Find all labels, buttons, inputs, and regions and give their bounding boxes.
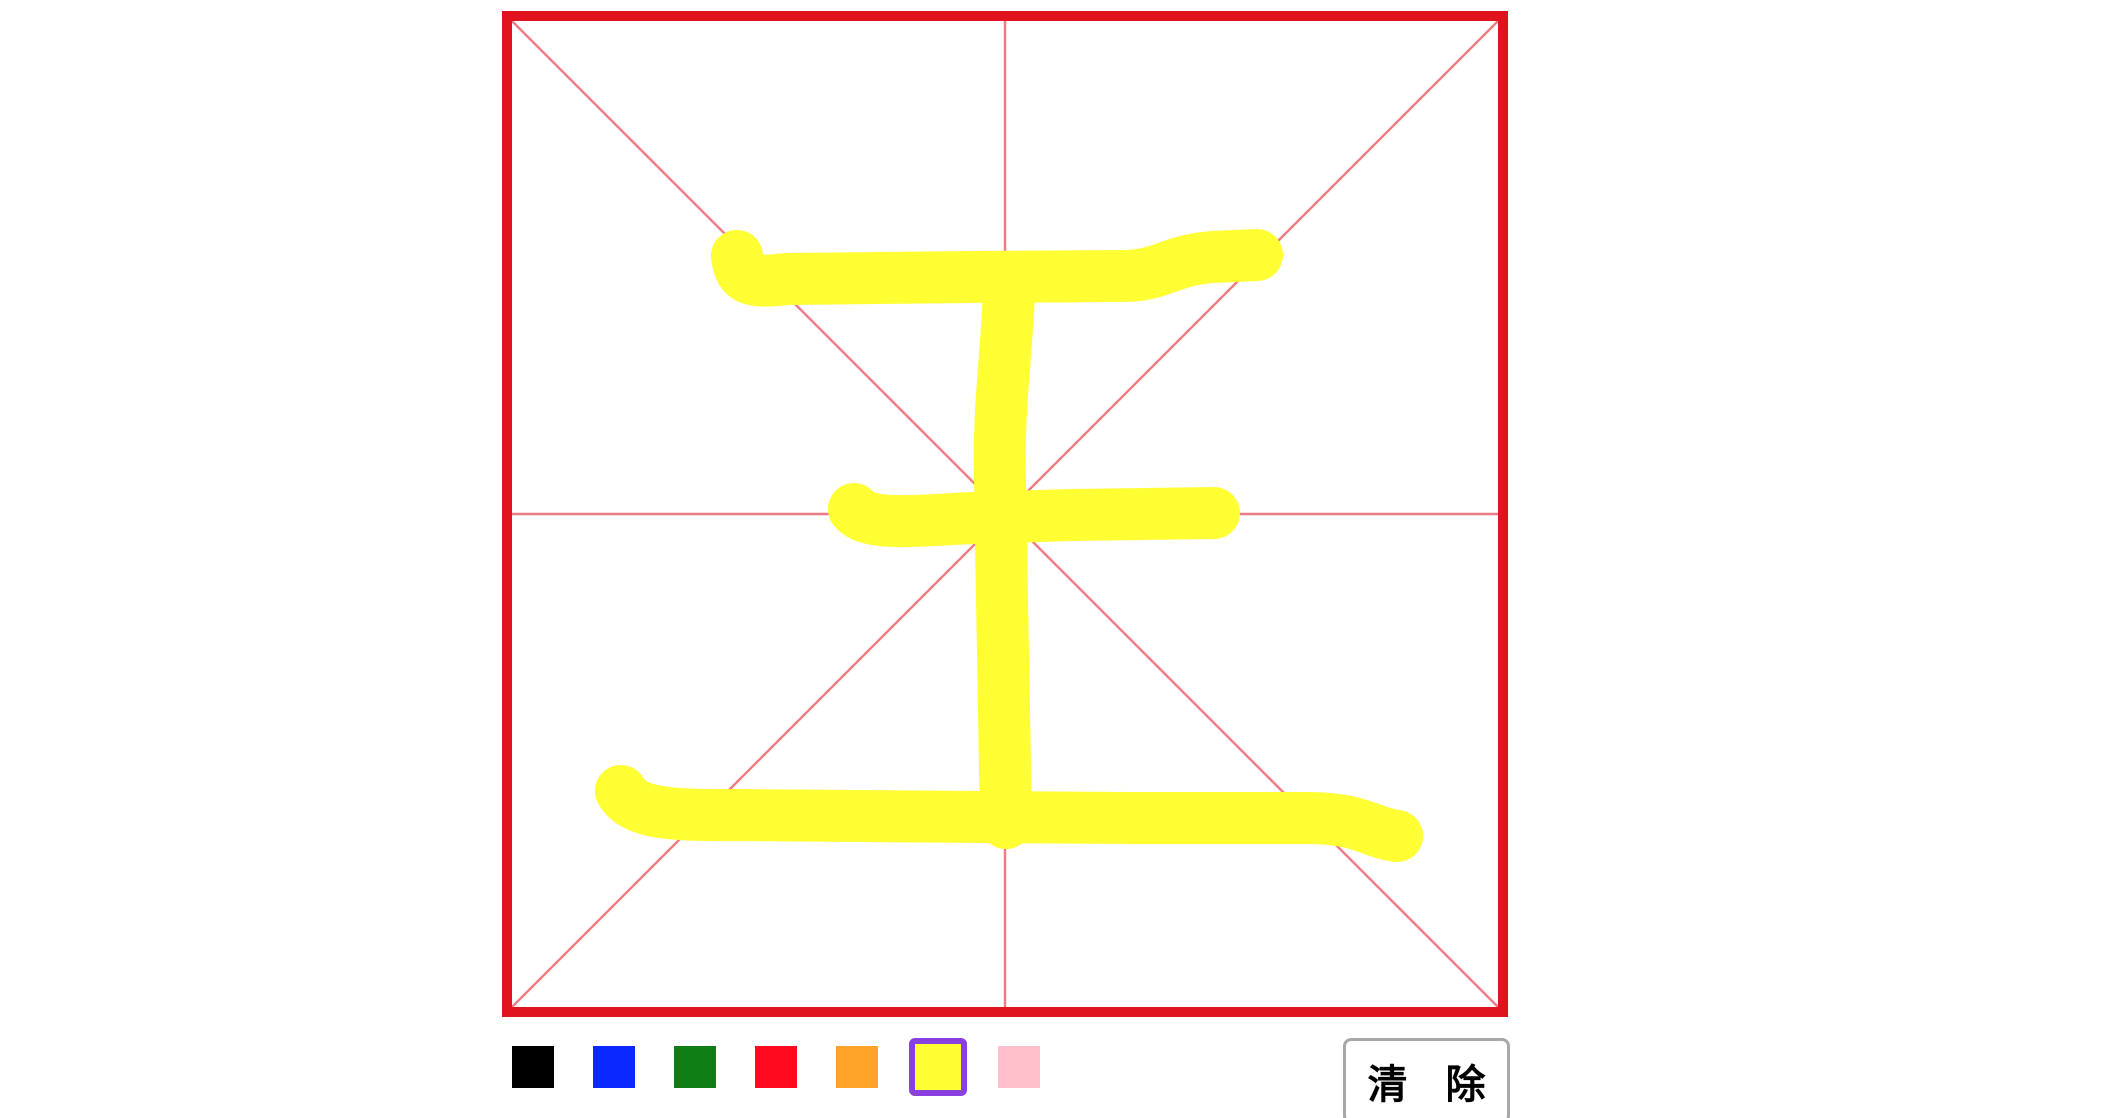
swatch-blue[interactable] xyxy=(593,1046,635,1088)
swatch-black[interactable] xyxy=(512,1046,554,1088)
writing-practice-app: 清 除 xyxy=(0,0,2122,1118)
stroke-middle-horizontal xyxy=(828,483,1240,548)
swatch-red[interactable] xyxy=(755,1046,797,1088)
stroke-bottom-horizontal xyxy=(595,765,1423,862)
swatch-pink[interactable] xyxy=(998,1046,1040,1088)
drawing-board[interactable] xyxy=(502,11,1508,1017)
practice-grid-canvas[interactable] xyxy=(512,21,1498,1007)
handwritten-strokes xyxy=(595,229,1423,862)
clear-button[interactable]: 清 除 xyxy=(1343,1038,1510,1118)
swatch-yellow[interactable] xyxy=(909,1038,967,1096)
swatch-green[interactable] xyxy=(674,1046,716,1088)
swatch-orange[interactable] xyxy=(836,1046,878,1088)
stroke-vertical xyxy=(973,267,1035,849)
